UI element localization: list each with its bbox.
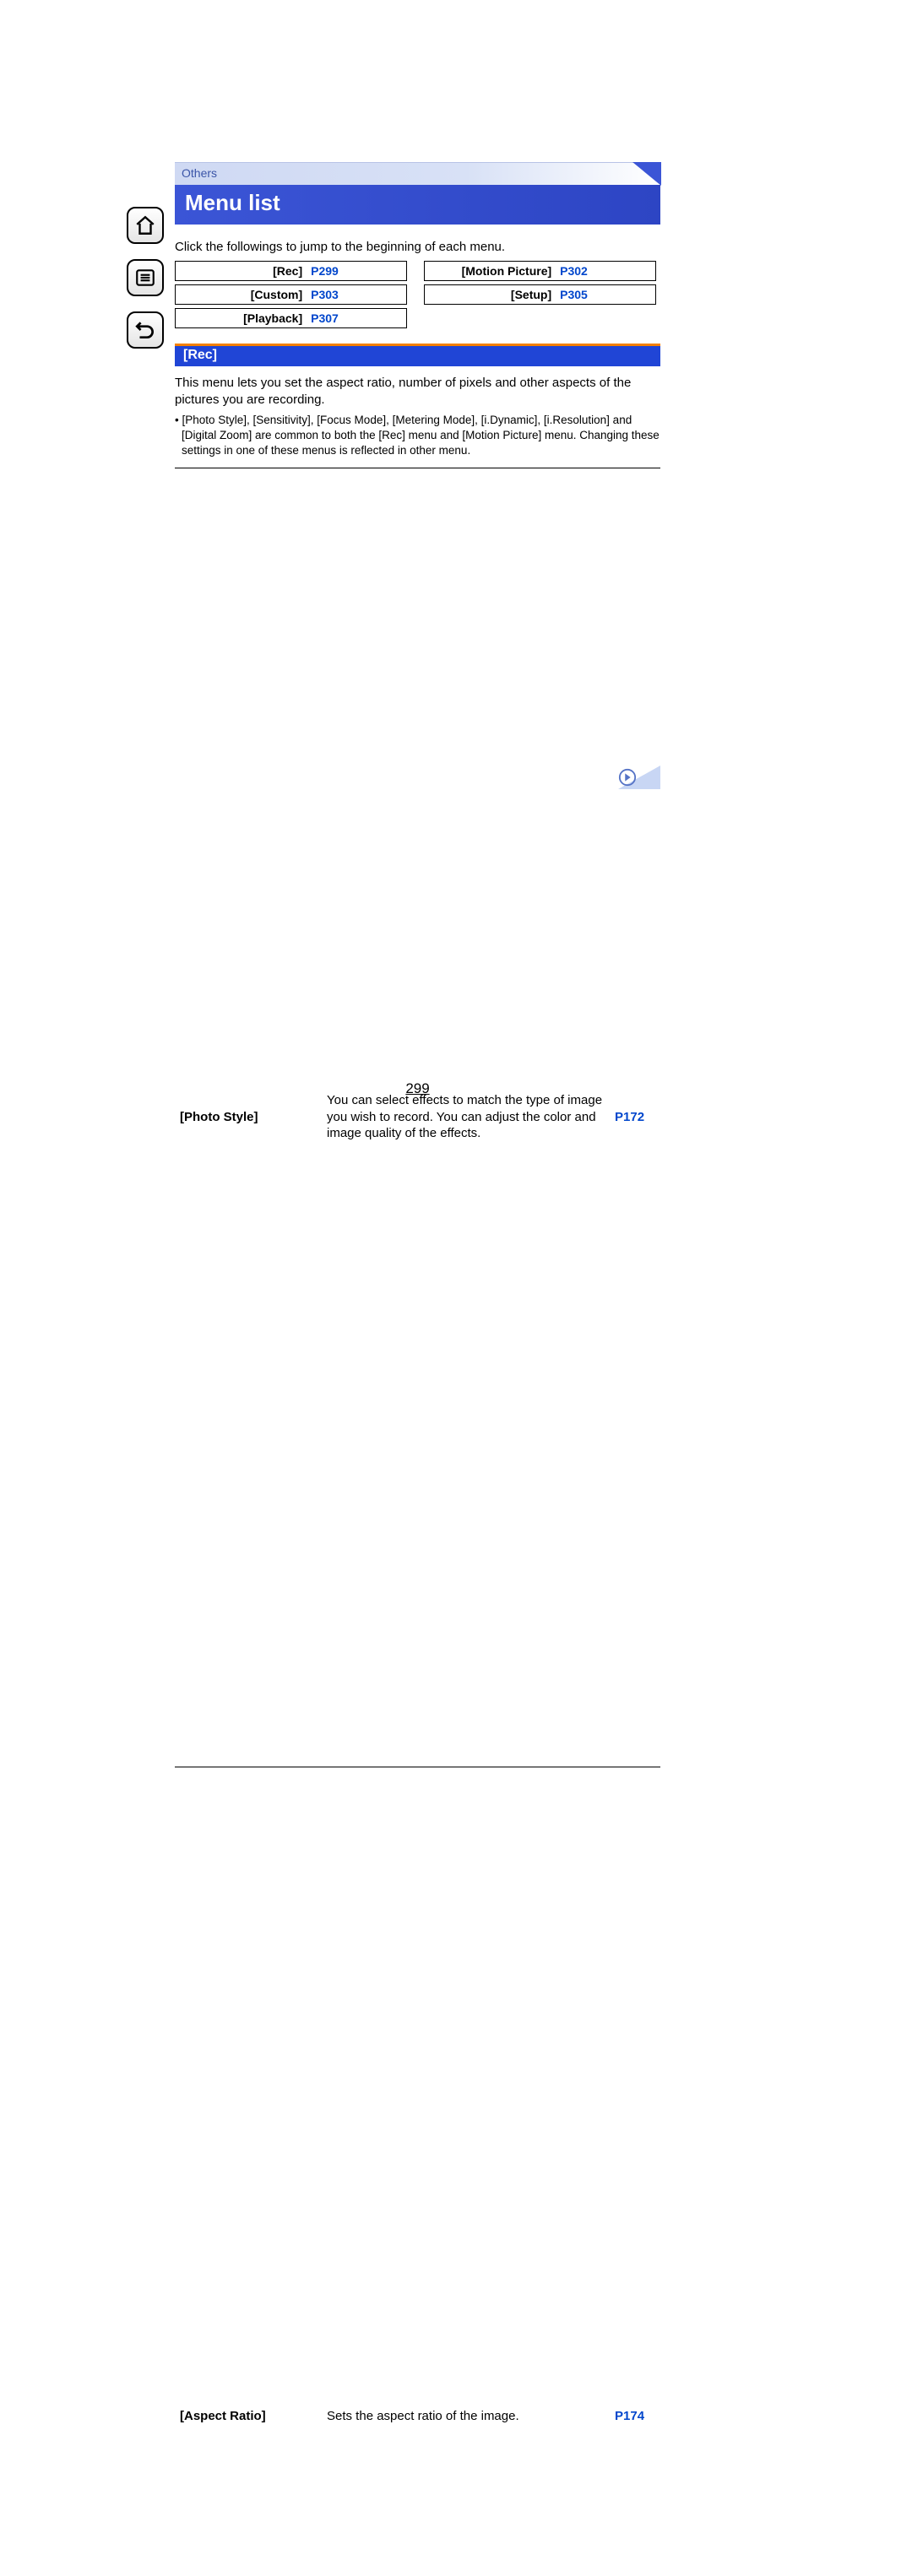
breadcrumb: Others: [175, 163, 660, 188]
item-name: [Photo Style]: [175, 468, 322, 1767]
list-icon: [134, 267, 156, 289]
jump-label: [Custom]: [176, 285, 307, 304]
breadcrumb-bar: Others: [175, 162, 660, 185]
jump-link-custom[interactable]: [Custom] P303: [175, 284, 407, 305]
section-note: • [Photo Style], [Sensitivity], [Focus M…: [175, 413, 660, 459]
arrow-right-circle-icon: [618, 768, 637, 787]
section-description: This menu lets you set the aspect ratio,…: [175, 375, 660, 408]
item-page-link[interactable]: P172: [610, 468, 660, 1767]
section-header-rec: [Rec]: [175, 344, 660, 366]
breadcrumb-corner: [632, 162, 661, 186]
jump-label: [Motion Picture]: [425, 262, 556, 280]
toc-button[interactable]: [127, 259, 164, 296]
jump-label: [Setup]: [425, 285, 556, 304]
jump-link-motion-picture[interactable]: [Motion Picture] P302: [424, 261, 656, 281]
jump-page: P303: [307, 285, 339, 304]
jump-page: P307: [307, 309, 339, 327]
home-icon: [134, 214, 156, 236]
sidebar: [127, 207, 165, 364]
intro-text: Click the followings to jump to the begi…: [175, 240, 660, 254]
jump-label: [Playback]: [176, 309, 307, 327]
jump-link-playback[interactable]: [Playback] P307: [175, 308, 407, 328]
home-button[interactable]: [127, 207, 164, 244]
item-desc: You can select effects to match the type…: [322, 468, 610, 1767]
table-row: [Photo Style]You can select effects to m…: [175, 468, 660, 1767]
back-button[interactable]: [127, 311, 164, 349]
item-page-link[interactable]: P174: [610, 1767, 660, 2576]
next-page-button[interactable]: [616, 766, 660, 789]
jump-label: [Rec]: [176, 262, 307, 280]
page-number: 299: [175, 1080, 660, 1097]
jump-link-setup[interactable]: [Setup] P305: [424, 284, 656, 305]
table-row: [Aspect Ratio]Sets the aspect ratio of t…: [175, 1767, 660, 2576]
item-desc: Sets the aspect ratio of the image.: [322, 1767, 610, 2576]
page-title: Menu list: [175, 185, 660, 225]
jump-page: P302: [556, 262, 588, 280]
back-icon: [134, 319, 156, 341]
jump-link-rec[interactable]: [Rec] P299: [175, 261, 407, 281]
jump-page: P305: [556, 285, 588, 304]
menu-table: [Photo Style]You can select effects to m…: [175, 468, 660, 2576]
jump-page: P299: [307, 262, 339, 280]
jump-link-grid: [Rec] P299 [Custom] P303 [Playback] P307…: [175, 261, 660, 332]
item-name: [Aspect Ratio]: [175, 1767, 322, 2576]
